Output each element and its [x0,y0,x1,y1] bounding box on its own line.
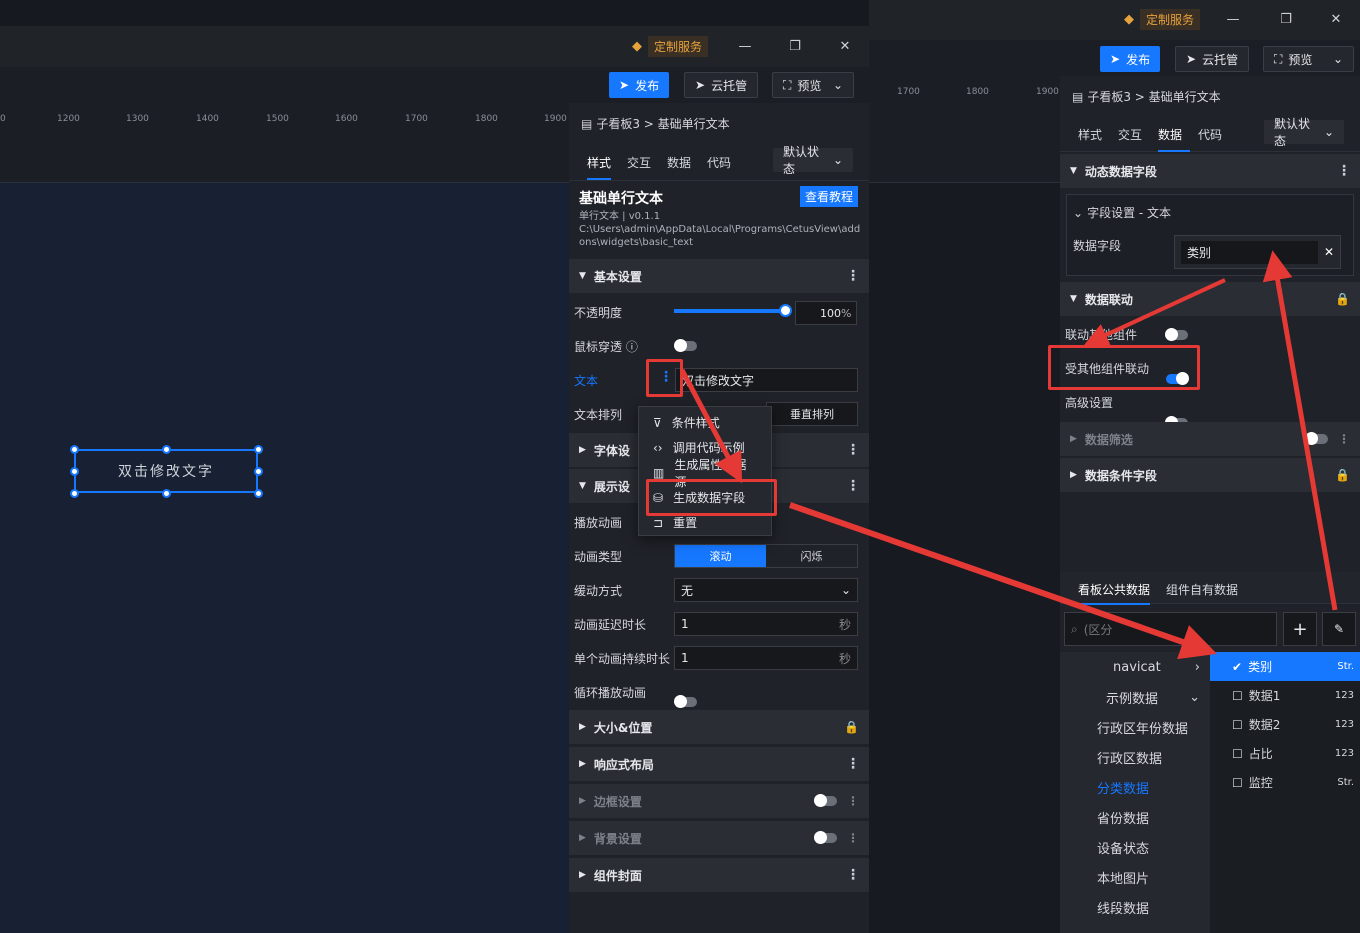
arrow [789,502,1217,660]
arrow [1084,278,1226,346]
arrow [679,368,743,484]
arrow [1262,250,1338,611]
annotation-arrows [679,250,1338,660]
